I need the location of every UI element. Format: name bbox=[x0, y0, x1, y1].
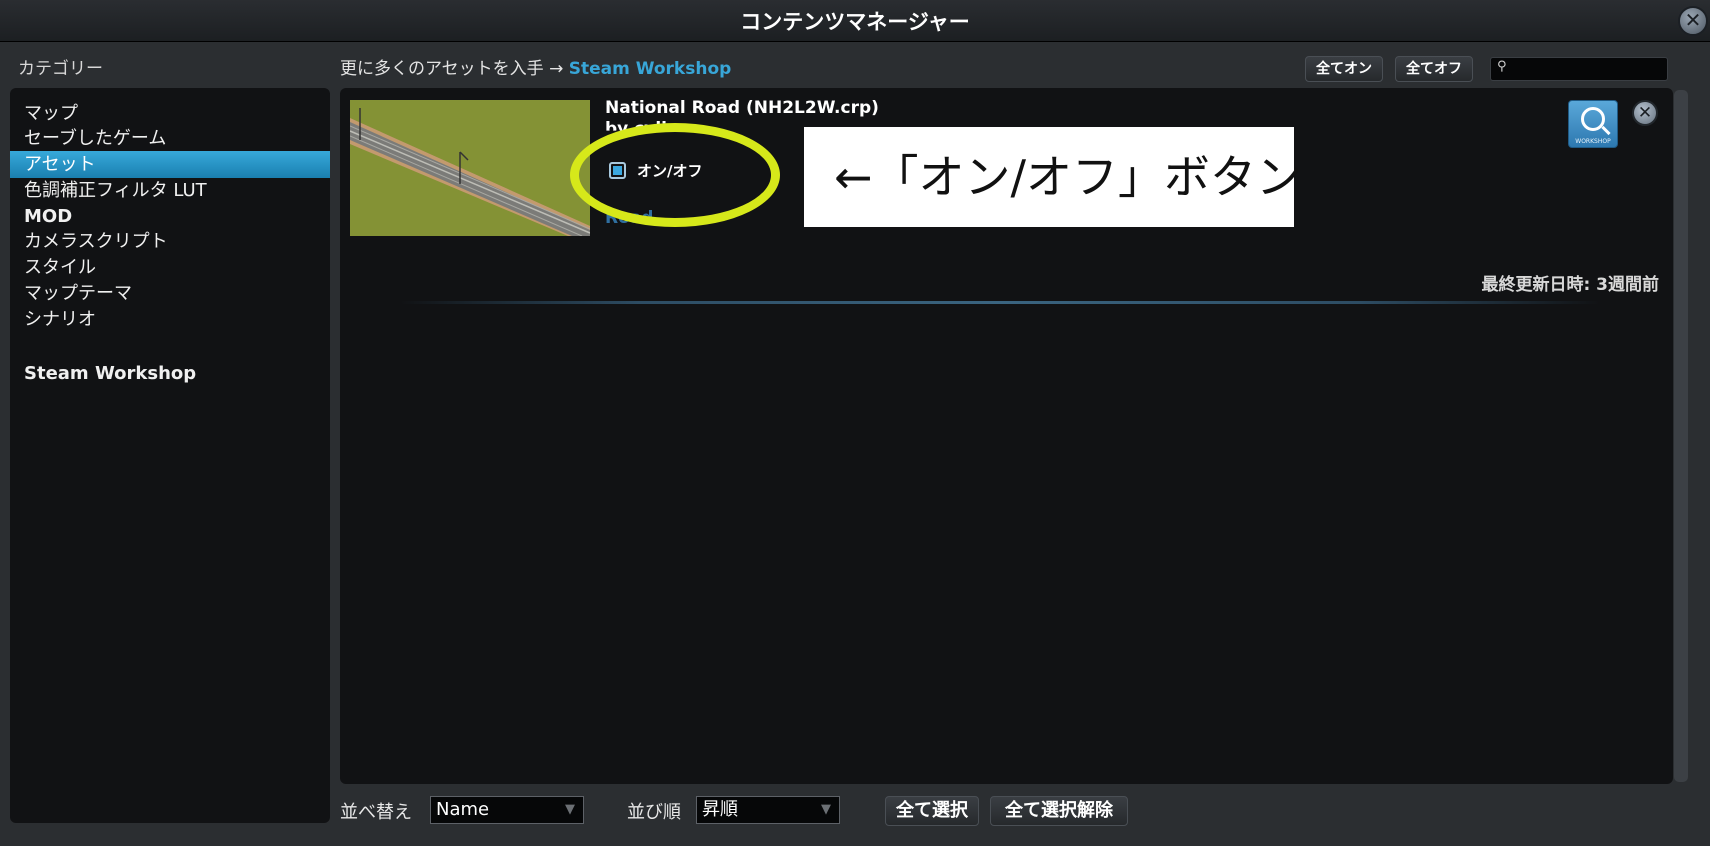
sidebar-item-saved-games[interactable]: セーブしたゲーム bbox=[10, 125, 330, 152]
sort-label: 並べ替え bbox=[340, 802, 412, 823]
category-heading: カテゴリー bbox=[18, 59, 103, 79]
sidebar-item-map-themes[interactable]: マップテーマ bbox=[10, 280, 330, 307]
magnifier-handle bbox=[1601, 125, 1611, 136]
sidebar-item-mod[interactable]: MOD bbox=[10, 203, 330, 230]
sidebar-item-color-lut[interactable]: 色調補正フィルタ LUT bbox=[10, 177, 330, 204]
steam-workshop-link[interactable]: Steam Workshop bbox=[569, 59, 732, 79]
asset-last-updated: 最終更新日時: 3週間前 bbox=[1481, 275, 1659, 295]
all-off-button[interactable]: 全てオフ bbox=[1395, 56, 1473, 82]
workshop-caption: WORKSHOP bbox=[1575, 138, 1611, 145]
all-on-button[interactable]: 全てオン bbox=[1305, 56, 1383, 82]
sidebar-item-scenarios[interactable]: シナリオ bbox=[10, 306, 330, 333]
sort-value: Name bbox=[436, 799, 490, 820]
search-icon: ⚲ bbox=[1497, 59, 1507, 74]
sort-dropdown[interactable]: Name ▼ bbox=[430, 796, 584, 824]
chevron-down-icon: ▼ bbox=[821, 802, 831, 817]
sidebar-item-maps[interactable]: マップ bbox=[10, 100, 330, 127]
sidebar-item-camera-scripts[interactable]: カメラスクリプト bbox=[10, 228, 330, 255]
category-sidebar: マップ セーブしたゲーム アセット 色調補正フィルタ LUT MOD カメラスク… bbox=[10, 88, 330, 823]
deselect-all-button[interactable]: 全て選択解除 bbox=[990, 796, 1128, 826]
search-input[interactable] bbox=[1513, 60, 1663, 78]
workshop-view-button[interactable]: WORKSHOP bbox=[1568, 100, 1618, 148]
sidebar-item-steam-workshop[interactable]: Steam Workshop bbox=[10, 360, 330, 387]
road-preview-image bbox=[350, 100, 590, 236]
asset-thumbnail bbox=[350, 100, 590, 236]
order-value: 昇順 bbox=[702, 799, 738, 820]
order-dropdown[interactable]: 昇順 ▼ bbox=[696, 796, 840, 824]
sidebar-item-assets[interactable]: アセット bbox=[10, 151, 330, 178]
asset-divider bbox=[400, 301, 1600, 304]
list-scrollbar[interactable] bbox=[1674, 90, 1688, 782]
get-more-assets-text: 更に多くのアセットを入手 → bbox=[340, 59, 569, 79]
sidebar-item-styles[interactable]: スタイル bbox=[10, 254, 330, 281]
order-label: 並び順 bbox=[627, 802, 681, 823]
title-bar: コンテンツマネージャー ✕ bbox=[0, 0, 1710, 42]
asset-name: National Road (NH2L2W.crp) bbox=[605, 98, 879, 118]
select-all-button[interactable]: 全て選択 bbox=[885, 796, 979, 826]
annotation-callout: ←「オン/オフ」ボタン bbox=[804, 127, 1302, 227]
asset-unsubscribe-icon[interactable]: ✕ bbox=[1632, 100, 1658, 126]
chevron-down-icon: ▼ bbox=[565, 802, 575, 817]
window-title: コンテンツマネージャー bbox=[740, 10, 970, 34]
window-close-icon[interactable]: ✕ bbox=[1678, 6, 1708, 36]
search-field[interactable]: ⚲ bbox=[1490, 57, 1668, 81]
annotation-highlight-circle bbox=[570, 123, 780, 227]
get-more-assets-link[interactable]: 更に多くのアセットを入手 → Steam Workshop bbox=[340, 54, 731, 79]
